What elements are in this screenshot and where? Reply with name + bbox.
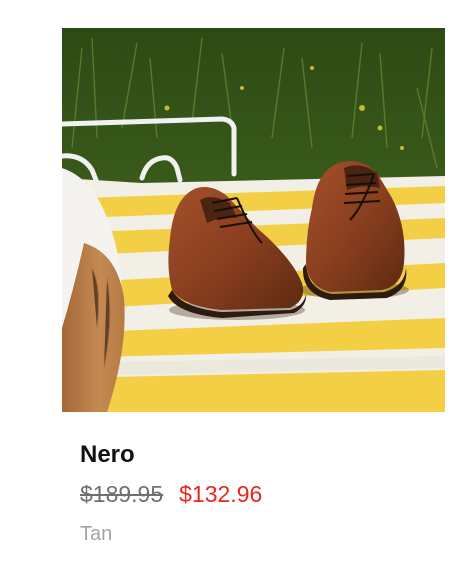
price-row: $189.95 $132.96 — [80, 481, 262, 511]
product-color: Tan — [80, 523, 113, 545]
product-name[interactable]: Nero — [80, 441, 135, 469]
product-image[interactable] — [62, 28, 445, 412]
original-price: $189.95 — [80, 481, 164, 507]
sale-price: $132.96 — [179, 481, 263, 507]
product-card[interactable]: Nero $189.95 $132.96 Tan — [0, 0, 450, 562]
